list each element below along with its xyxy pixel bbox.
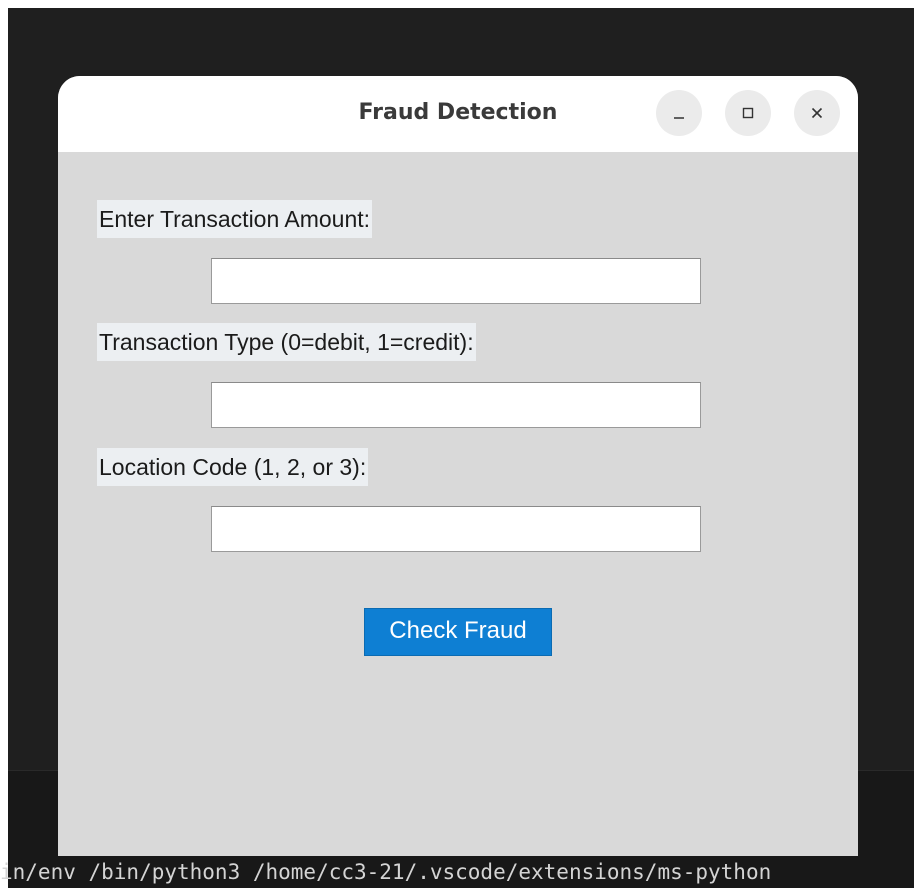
transaction-type-input[interactable] (211, 382, 701, 428)
close-icon (809, 105, 825, 121)
transaction-type-label: Transaction Type (0=debit, 1=credit): (97, 323, 476, 361)
window-titlebar[interactable]: Fraud Detection (58, 76, 858, 152)
check-fraud-button[interactable]: Check Fraud (364, 608, 552, 656)
maximize-button[interactable] (725, 90, 771, 136)
maximize-icon (740, 105, 756, 121)
minimize-icon (671, 105, 687, 121)
transaction-amount-label: Enter Transaction Amount: (97, 200, 373, 238)
minimize-button[interactable] (656, 90, 702, 136)
screen: in/env /bin/python3 /home/cc3-21/.vscode… (0, 0, 914, 888)
transaction-amount-input[interactable] (211, 258, 701, 304)
terminal-command-line: in/env /bin/python3 /home/cc3-21/.vscode… (0, 860, 772, 884)
location-code-label: Location Code (1, 2, or 3): (97, 448, 369, 486)
fraud-detection-window: Fraud Detection Enter Transaction Amount… (58, 76, 858, 856)
close-button[interactable] (794, 90, 840, 136)
location-code-input[interactable] (211, 506, 701, 552)
